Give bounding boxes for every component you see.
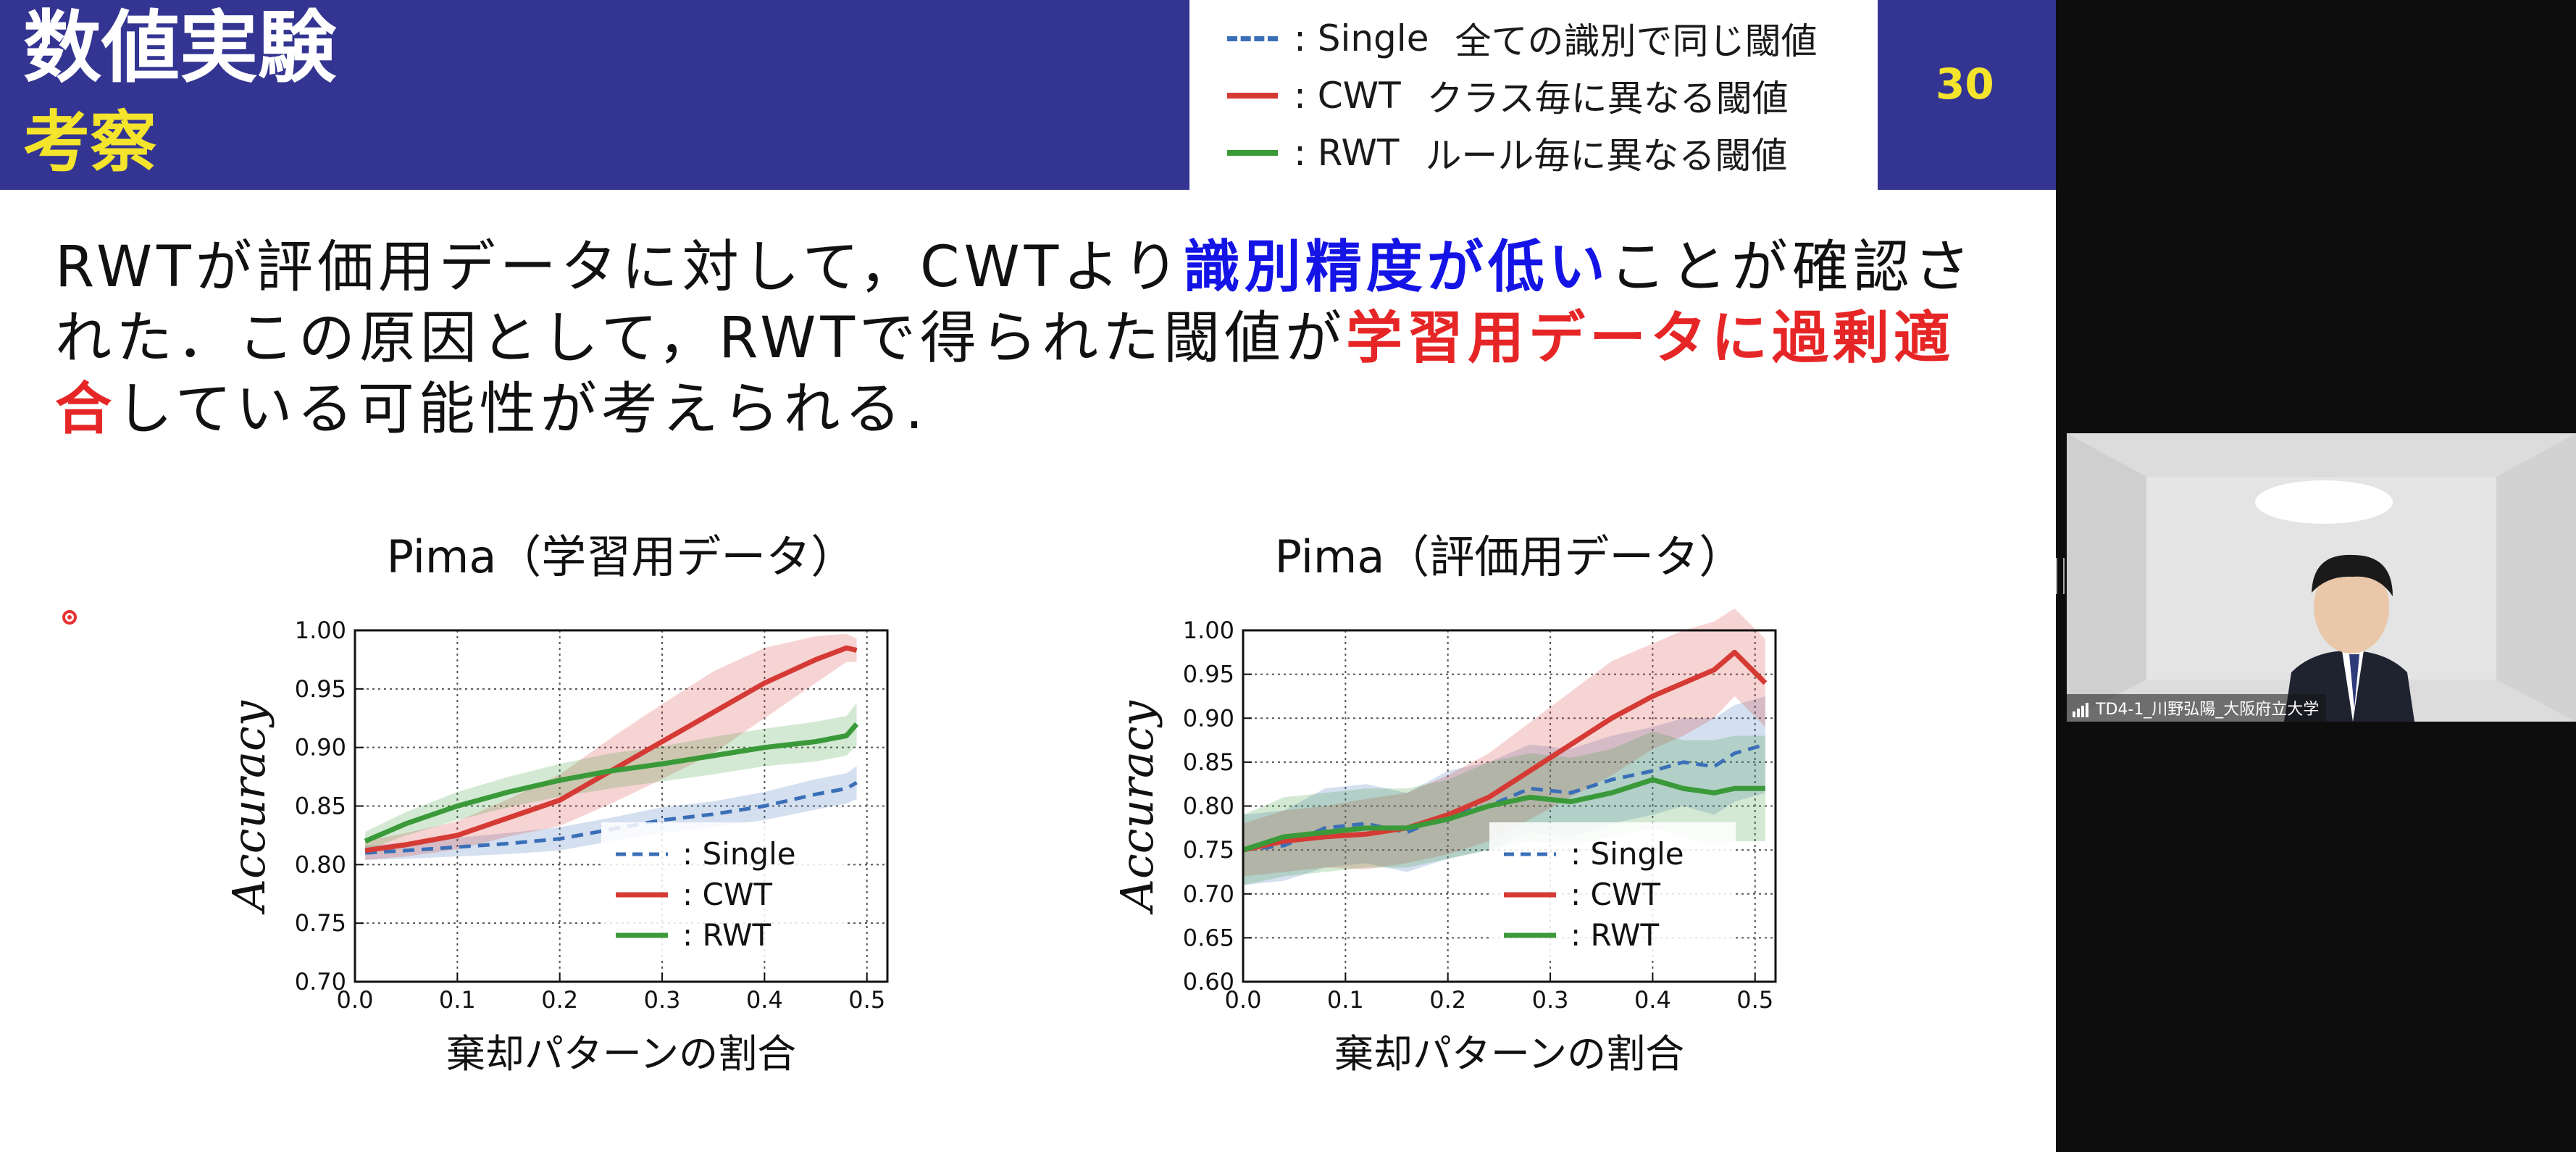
y-tick-label: 0.70: [1183, 880, 1234, 908]
legend-swatch-rwt: [1227, 150, 1278, 156]
y-tick-label: 1.00: [295, 617, 346, 644]
legend-desc-single: 全ての識別で同じ閾値: [1455, 20, 1818, 62]
para-highlight-blue: 識別精度が低い: [1183, 235, 1610, 300]
chart-title: Pima（評価用データ）: [1275, 530, 1744, 583]
body-paragraph: RWTが評価用データに対して，CWTより識別精度が低いことが確認された．この原因…: [55, 232, 1996, 445]
y-tick-label: 0.90: [295, 734, 346, 761]
legend-swatch-single: [1227, 36, 1278, 41]
legend-label-0: : Single: [1571, 836, 1684, 872]
legend-row-cwt: : CWT クラス毎に異なる閾値: [1227, 70, 1789, 121]
legend-label-1: : CWT: [682, 877, 772, 912]
legend-label-2: : RWT: [1571, 917, 1660, 953]
y-tick-label: 0.75: [1183, 836, 1234, 864]
legend-label-cwt: : CWT: [1294, 75, 1401, 117]
legend-row-rwt: : RWT ルール毎に異なる閾値: [1227, 128, 1787, 178]
panel-resize-handle[interactable]: [2056, 558, 2065, 594]
legend-desc-cwt: クラス毎に異なる閾値: [1426, 78, 1789, 120]
legend-label-0: : Single: [682, 836, 796, 872]
y-tick-label: 0.80: [295, 851, 346, 878]
x-tick-label: 0.2: [541, 986, 578, 1014]
participant-name: TD4-1_川野弘陽_大阪府立大学: [2096, 701, 2320, 719]
para-text-1: RWTが評価用データに対して，CWTより: [55, 235, 1184, 300]
y-tick-label: 0.85: [295, 793, 346, 820]
page-number: 30: [1936, 59, 1994, 109]
chart-train: Pima（学習用データ）0.0 0.1 0.2 0.3 0.4 0.50.700.750.…: [222, 530, 889, 1077]
method-legend: : Single 全ての識別で同じ閾値 : CWT クラス毎に異なる閾値 : R…: [1189, 0, 1878, 190]
y-tick-label: 0.95: [1183, 661, 1234, 688]
slide-header: 数値実験 考察 : Single 全ての識別で同じ閾値 : CWT クラス毎に異…: [0, 0, 2056, 190]
x-tick-label: 0.1: [439, 986, 476, 1014]
y-tick-label: 0.85: [1183, 748, 1234, 776]
x-tick-label: 0.4: [746, 986, 783, 1014]
x-tick-label: 0.4: [1634, 986, 1671, 1014]
y-tick-label: 0.90: [1183, 704, 1234, 732]
slide: 数値実験 考察 : Single 全ての識別で同じ閾値 : CWT クラス毎に異…: [0, 0, 2056, 1152]
x-tick-label: 0.5: [848, 986, 885, 1014]
x-tick-label: 0.3: [1532, 986, 1569, 1014]
x-tick-label: 0.3: [644, 986, 681, 1014]
y-tick-label: 0.95: [295, 675, 346, 703]
chart-test: Pima（評価用データ）0.0 0.1 0.2 0.3 0.4 0.50.600.650.…: [1111, 530, 1777, 1077]
y-axis-label: Accuracy: [1111, 700, 1163, 914]
chart-title: Pima（学習用データ）: [387, 530, 856, 583]
y-tick-label: 0.80: [1183, 793, 1234, 820]
signal-icon: [2073, 699, 2090, 717]
webcam-video[interactable]: [2067, 433, 2576, 722]
webcam-scene: [2067, 433, 2576, 722]
x-tick-label: 0.5: [1736, 986, 1773, 1014]
x-axis-label: 棄却パターンの割合: [446, 1031, 796, 1077]
legend-row-single: : Single 全ての識別で同じ閾値: [1227, 13, 1817, 64]
slide-subtitle: 考察: [23, 104, 157, 181]
y-tick-label: 0.65: [1183, 924, 1234, 951]
y-tick-label: 0.60: [1183, 968, 1234, 996]
y-tick-label: 0.75: [295, 909, 346, 937]
legend-swatch-cwt: [1227, 93, 1278, 99]
y-axis-label: Accuracy: [222, 700, 275, 914]
para-text-3: している可能性が考えられる.: [116, 377, 928, 442]
pointer-cursor: [62, 610, 77, 625]
legend-label-rwt: : RWT: [1294, 132, 1400, 174]
legend-label-single: : Single: [1294, 17, 1429, 59]
legend-desc-rwt: ルール毎に異なる閾値: [1425, 135, 1788, 177]
x-tick-label: 0.2: [1429, 986, 1466, 1014]
participant-label: TD4-1_川野弘陽_大阪府立大学: [2067, 694, 2327, 722]
x-axis-label: 棄却パターンの割合: [1334, 1031, 1684, 1077]
slide-title: 数値実験: [23, 3, 337, 93]
x-tick-label: 0.1: [1327, 986, 1364, 1014]
y-tick-label: 1.00: [1183, 617, 1234, 644]
legend-label-2: : RWT: [682, 917, 771, 953]
legend-label-1: : CWT: [1571, 877, 1660, 912]
y-tick-label: 0.70: [295, 968, 346, 996]
